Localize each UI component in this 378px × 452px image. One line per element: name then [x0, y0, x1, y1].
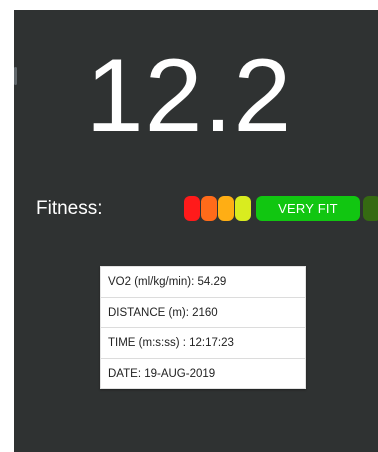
info-card: VO2 (ml/kg/min): 54.29 DISTANCE (m): 216…	[100, 266, 306, 389]
fitness-screen: 12.2 Fitness: VERY FIT VO2 (ml/kg/min): …	[14, 10, 378, 452]
distance-row: DISTANCE (m): 2160	[101, 298, 305, 328]
time-row: TIME (m:s:ss) : 12:17:23	[101, 328, 305, 359]
vo2-row: VO2 (ml/kg/min): 54.29	[101, 267, 305, 298]
fitness-segment-very-fit: VERY FIT	[256, 196, 360, 221]
fitness-segment-amber	[218, 196, 234, 221]
fitness-segment-dark-green	[363, 196, 378, 221]
fitness-score: 12.2	[85, 38, 293, 154]
fitness-segment-yellow-green	[235, 196, 251, 221]
date-row: DATE: 19-AUG-2019	[108, 367, 216, 380]
fitness-segment-red	[184, 196, 200, 221]
fitness-scale: VERY FIT	[182, 196, 378, 221]
fitness-label: Fitness:	[36, 198, 103, 219]
fitness-segment-orange	[201, 196, 217, 221]
